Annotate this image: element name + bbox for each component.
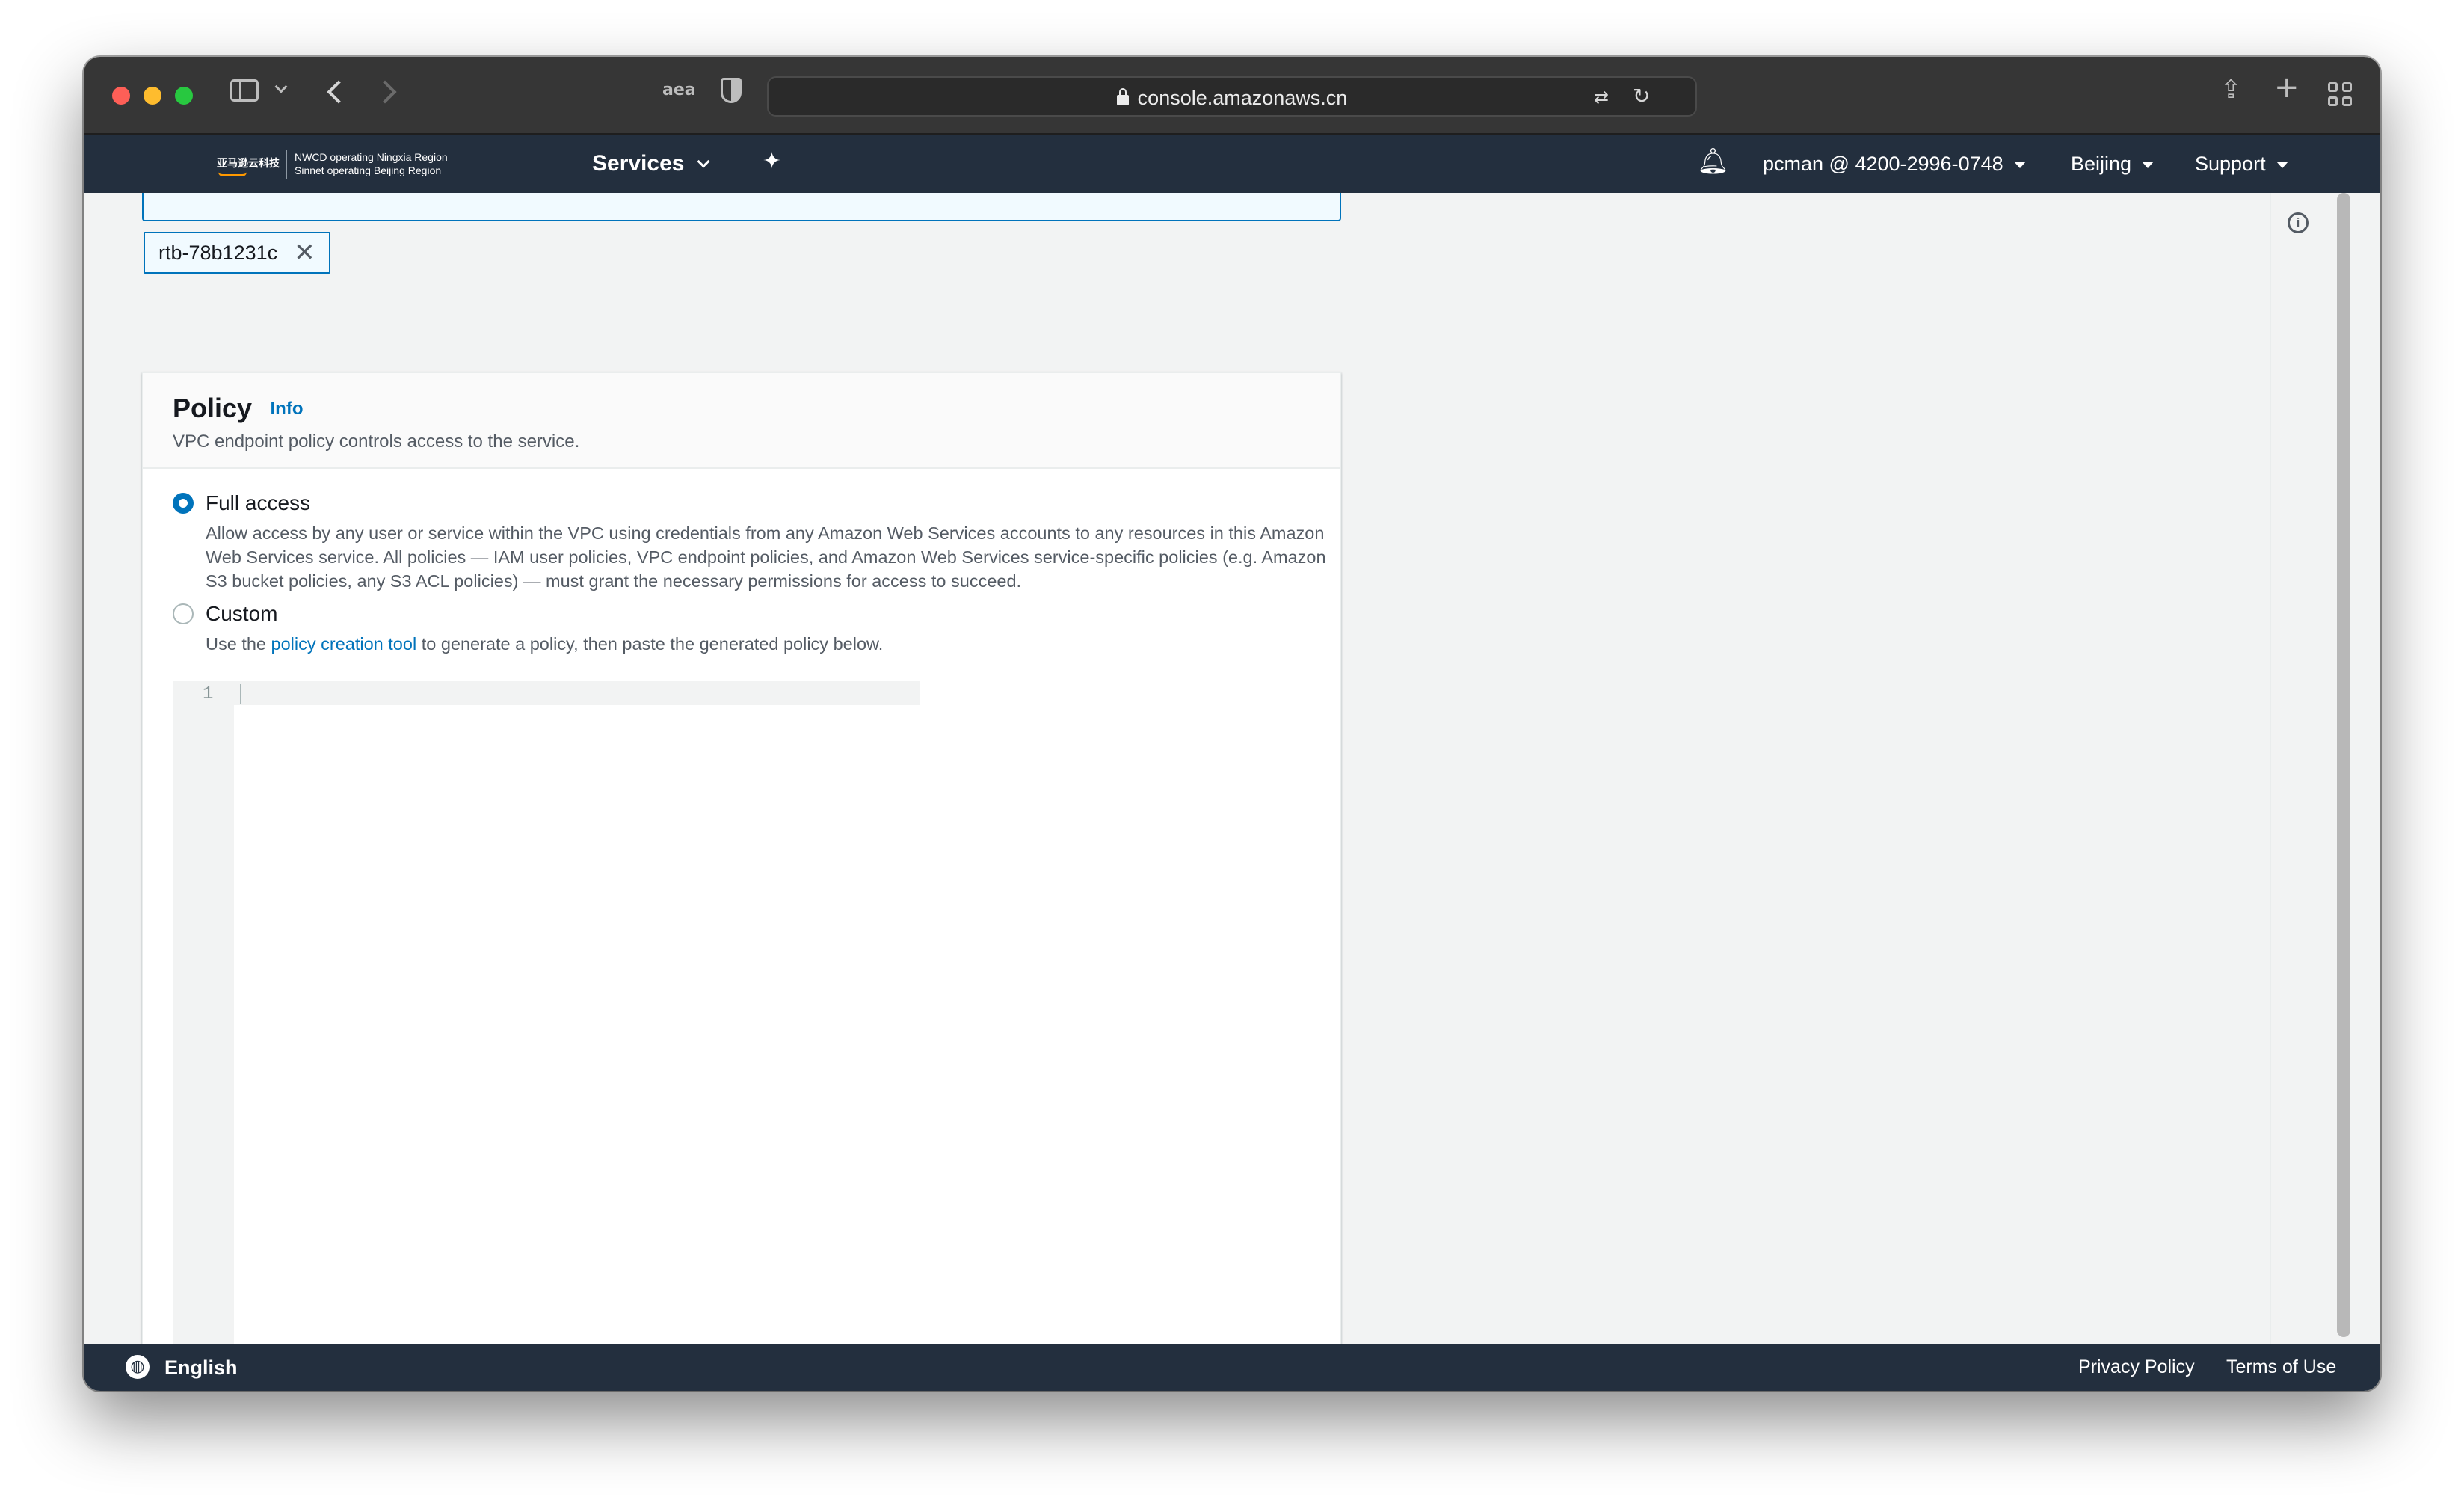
policy-title: Policy [173, 393, 253, 423]
zoom-window-button[interactable] [175, 87, 193, 105]
browser-window: aea console.amazonaws.cn ⇄ ↻ ⇪ + 亚马逊云科技 … [84, 57, 2380, 1391]
editor-active-line [234, 681, 920, 705]
custom-desc-prefix: Use the [206, 634, 271, 654]
chevron-down-icon [697, 155, 710, 168]
translate-icon[interactable]: ⇄ [1594, 87, 1609, 108]
logo-smile-icon [218, 172, 247, 176]
custom-label: Custom [206, 602, 278, 625]
policy-container: Policy Info VPC endpoint policy controls… [142, 372, 1341, 1344]
account-label: pcman @ 4200-2996-0748 [1763, 153, 2003, 175]
console-footer: ◍ English Privacy Policy Terms of Use [84, 1344, 2380, 1391]
logo-line-2: Sinnet operating Beijing Region [295, 165, 442, 176]
full-access-label: Full access [206, 491, 311, 514]
lock-icon [1116, 88, 1129, 105]
logo-brand-text: 亚马逊云科技 [217, 157, 280, 169]
tab-overview-icon[interactable] [2328, 82, 2353, 108]
caret-down-icon [2142, 162, 2155, 169]
policy-creation-tool-link[interactable]: policy creation tool [271, 634, 417, 654]
full-access-radio[interactable] [173, 493, 194, 514]
close-window-button[interactable] [112, 87, 130, 105]
logo-line-1: NWCD operating Ningxia Region [295, 151, 448, 163]
route-table-id: rtb-78b1231c [158, 241, 278, 264]
minimize-window-button[interactable] [144, 87, 161, 105]
policy-header: Policy Info VPC endpoint policy controls… [143, 373, 1340, 469]
route-table-token: rtb-78b1231c ✕ [144, 232, 330, 274]
console-navbar: 亚马逊云科技 NWCD operating Ningxia Region Sin… [84, 135, 2380, 193]
address-bar[interactable]: console.amazonaws.cn ⇄ ↻ [767, 76, 1697, 117]
support-label: Support [2195, 153, 2266, 175]
main-content: rtb-78b1231c ✕ Policy Info VPC endpoint … [84, 193, 2270, 1344]
back-arrow-icon[interactable] [327, 80, 351, 104]
url-text: console.amazonaws.cn [1137, 87, 1348, 109]
support-menu[interactable]: Support [2195, 153, 2288, 176]
privacy-policy-link[interactable]: Privacy Policy [2078, 1356, 2195, 1378]
editor-cursor [240, 684, 241, 704]
caret-down-icon [2276, 162, 2288, 169]
services-label: Services [592, 151, 685, 176]
caret-down-icon [2013, 162, 2026, 169]
sidebar-toggle-icon[interactable] [230, 79, 259, 102]
full-access-description: Allow access by any user or service with… [206, 523, 1326, 591]
remove-token-icon[interactable]: ✕ [294, 240, 315, 265]
globe-icon: ◍ [126, 1355, 150, 1379]
browser-toolbar: aea console.amazonaws.cn ⇄ ↻ ⇪ + [84, 57, 2380, 135]
forward-arrow-icon[interactable] [373, 80, 397, 104]
policy-info-link[interactable]: Info [271, 399, 304, 419]
policy-description: VPC endpoint policy controls access to t… [173, 431, 580, 452]
pin-icon[interactable]: ✦ [763, 148, 781, 174]
info-icon[interactable]: i [2288, 212, 2309, 233]
share-icon[interactable]: ⇪ [2220, 75, 2242, 105]
notifications-bell-icon[interactable]: 🔔︎ [1697, 147, 1729, 176]
tools-panel: i [2270, 193, 2380, 1344]
new-tab-icon[interactable]: + [2274, 70, 2300, 105]
privacy-shield-icon[interactable] [721, 78, 742, 103]
editor-line-number: 1 [203, 684, 214, 704]
reader-icon[interactable]: aea [662, 81, 696, 99]
region-menu[interactable]: Beijing [2071, 153, 2155, 176]
reload-icon[interactable]: ↻ [1633, 84, 1650, 108]
info-alert [142, 193, 1341, 221]
custom-radio[interactable] [173, 603, 194, 624]
page-scrollbar-thumb[interactable] [2337, 193, 2350, 1337]
language-selector[interactable]: English [164, 1356, 238, 1380]
custom-desc-suffix: to generate a policy, then paste the gen… [416, 634, 884, 654]
terms-of-use-link[interactable]: Terms of Use [2226, 1356, 2336, 1378]
chevron-down-icon[interactable] [274, 80, 288, 93]
region-label: Beijing [2071, 153, 2132, 175]
policy-editor[interactable]: 1 [173, 681, 920, 1344]
editor-gutter [173, 681, 234, 1344]
logo-divider [286, 150, 287, 179]
services-menu[interactable]: Services [592, 151, 710, 176]
custom-description: Use the policy creation tool to generate… [206, 632, 1327, 656]
account-menu[interactable]: pcman @ 4200-2996-0748 [1763, 153, 2026, 176]
